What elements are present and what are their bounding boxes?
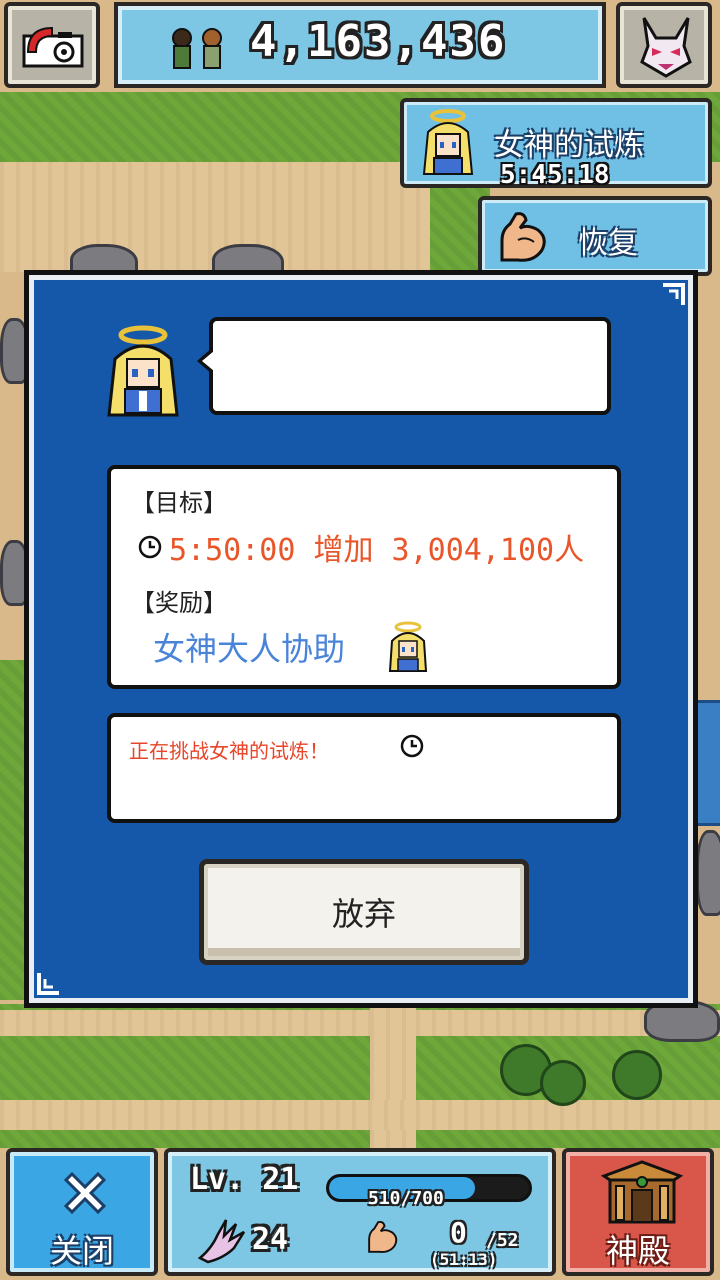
clock-icon — [138, 535, 162, 559]
clock-icon — [400, 734, 424, 758]
shrine-label: 神殿 — [605, 1232, 670, 1270]
status-text: 正在挑战女神的试炼！ — [129, 739, 329, 763]
reward-label: 【奖励】 — [131, 589, 227, 617]
people-icon — [172, 28, 222, 69]
reward-row: 女神大人协助 — [153, 621, 430, 673]
speech-bubble — [197, 317, 611, 415]
recover-label: 恢复 — [578, 226, 638, 261]
arm-icon — [500, 212, 546, 262]
stamina-value: 0 — [450, 1216, 467, 1249]
goal-box: 【目标】 5:50:00 增加 3,004,100人 【奖励】 女神大人协助 — [107, 465, 621, 689]
shrine-icon — [600, 1160, 684, 1224]
stamina-max: /52 — [486, 1230, 519, 1251]
shrine-button[interactable]: 神殿 — [562, 1148, 714, 1276]
top-bar: 4,163,436 — [0, 0, 720, 92]
arm-icon — [368, 1221, 398, 1253]
reward-text: 女神大人协助 — [153, 630, 346, 668]
abandon-button[interactable]: 放弃 — [199, 859, 529, 965]
attack-value: 24 — [252, 1222, 289, 1257]
goal-label: 【目标】 — [131, 489, 227, 517]
corner-decoration — [37, 973, 59, 995]
player-status-panel: Lv. 21 510/700 24 0 /52 (51:13) — [164, 1148, 556, 1276]
goal-row: 5:50:00 增加 3,004,100人 — [137, 525, 584, 569]
population-count: 4,163,436 — [250, 16, 507, 67]
trial-title: 女神的试炼 — [494, 128, 644, 163]
camera-button[interactable] — [4, 2, 100, 88]
goddess-icon — [107, 325, 179, 417]
close-button[interactable]: 关闭 — [6, 1148, 158, 1276]
level-label: Lv. 21 — [190, 1162, 299, 1197]
goddess-trial-dialog: 【目标】 5:50:00 增加 3,004,100人 【奖励】 女神大人协助 正… — [24, 270, 698, 1008]
claw-icon — [197, 1219, 246, 1264]
monster-icon — [640, 17, 692, 78]
stamina-timer: (51:13) — [430, 1250, 498, 1269]
close-label: 关闭 — [49, 1232, 114, 1270]
close-icon — [63, 1171, 107, 1215]
goal-text: 5:50:00 增加 3,004,100人 — [169, 533, 585, 568]
goddess-trial-panel[interactable]: 女神的试炼 5:45:18 — [400, 98, 712, 190]
recover-button[interactable]: 恢复 — [478, 196, 712, 276]
trial-timer: 5:45:18 — [500, 160, 610, 190]
corner-decoration — [663, 283, 685, 305]
exp-text: 510/700 — [368, 1188, 444, 1209]
status-box: 正在挑战女神的试炼！ — [107, 713, 621, 823]
goddess-icon — [422, 109, 474, 175]
camera-icon — [22, 26, 84, 68]
abandon-label: 放弃 — [331, 895, 396, 933]
population-panel: 4,163,436 — [114, 2, 606, 88]
monster-button[interactable] — [616, 2, 712, 88]
goddess-icon — [389, 621, 428, 672]
